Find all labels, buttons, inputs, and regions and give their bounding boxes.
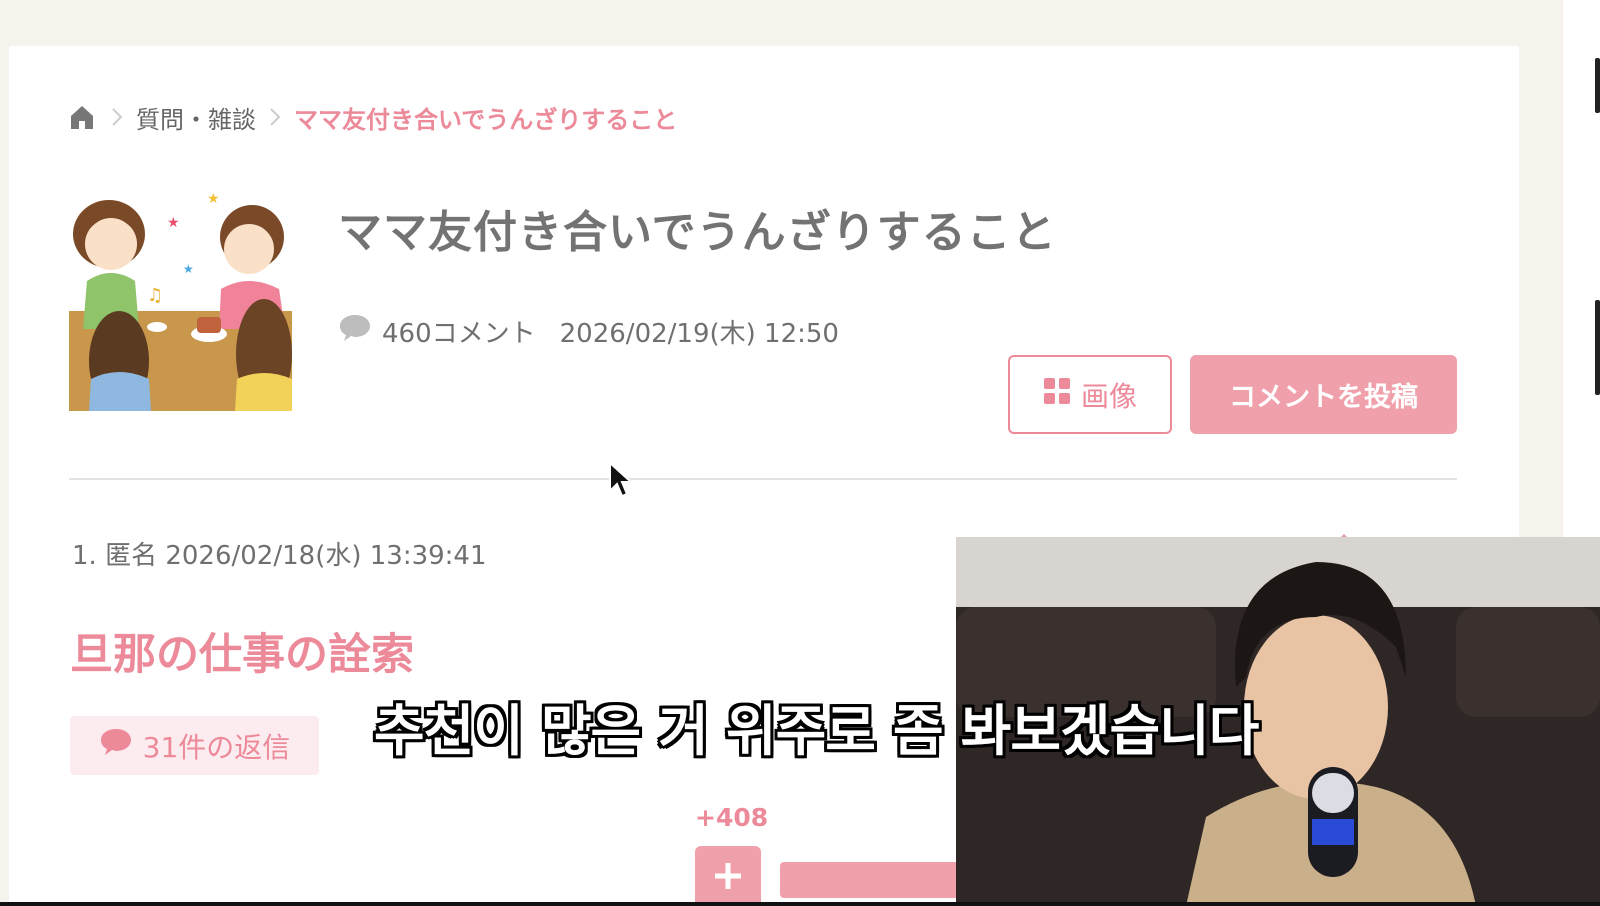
edge-mark bbox=[1595, 58, 1600, 113]
edge-mark bbox=[1595, 300, 1600, 395]
post-comment-button[interactable]: コメントを投稿 bbox=[1190, 355, 1457, 434]
replies-count: 31件の返信 bbox=[142, 730, 291, 764]
grid-icon bbox=[1043, 377, 1071, 412]
svg-text:♫: ♫ bbox=[147, 285, 163, 306]
upvote-button[interactable] bbox=[695, 846, 761, 906]
svg-text:★: ★ bbox=[183, 262, 194, 276]
video-subtitle: 추천이 많은 거 위주로 좀 봐보겠습니다 bbox=[374, 699, 1259, 763]
thread-illustration: ★ ★ ★ ♫ bbox=[69, 189, 292, 411]
breadcrumb-current: ママ友付き合いでうんざりすること bbox=[294, 105, 678, 134]
svg-text:★: ★ bbox=[207, 191, 220, 207]
vote-bar bbox=[780, 862, 970, 898]
home-icon[interactable] bbox=[68, 102, 98, 132]
divider bbox=[69, 478, 1457, 480]
speech-bubble-icon bbox=[338, 313, 372, 350]
plus-icon bbox=[715, 863, 741, 889]
thread-title: ママ友付き合いでうんざりすること bbox=[338, 207, 1057, 258]
breadcrumb: 質問・雑談 ママ友付き合いでうんざりすること bbox=[68, 100, 677, 134]
chevron-right-icon bbox=[256, 106, 294, 128]
bottom-border bbox=[0, 902, 1600, 906]
breadcrumb-category[interactable]: 質問・雑談 bbox=[136, 100, 256, 135]
comment-count[interactable]: 460コメント bbox=[382, 313, 536, 350]
chevron-right-icon bbox=[98, 106, 136, 128]
thread-meta: 460コメント 2026/02/19(木) 12:50 bbox=[338, 313, 839, 350]
comment-meta: 1. 匿名 2026/02/18(水) 13:39:41 bbox=[72, 541, 487, 571]
svg-text:★: ★ bbox=[167, 215, 180, 231]
mouse-cursor-icon bbox=[608, 460, 634, 503]
image-button-label: 画像 bbox=[1080, 379, 1137, 413]
image-button[interactable]: 画像 bbox=[1008, 355, 1172, 434]
comment-title: 旦那の仕事の詮索 bbox=[70, 630, 414, 680]
speech-bubble-icon bbox=[99, 727, 133, 764]
vote-count: +408 bbox=[695, 803, 769, 832]
replies-badge[interactable]: 31件の返信 bbox=[70, 716, 319, 775]
thread-date: 2026/02/19(木) 12:50 bbox=[559, 319, 839, 349]
